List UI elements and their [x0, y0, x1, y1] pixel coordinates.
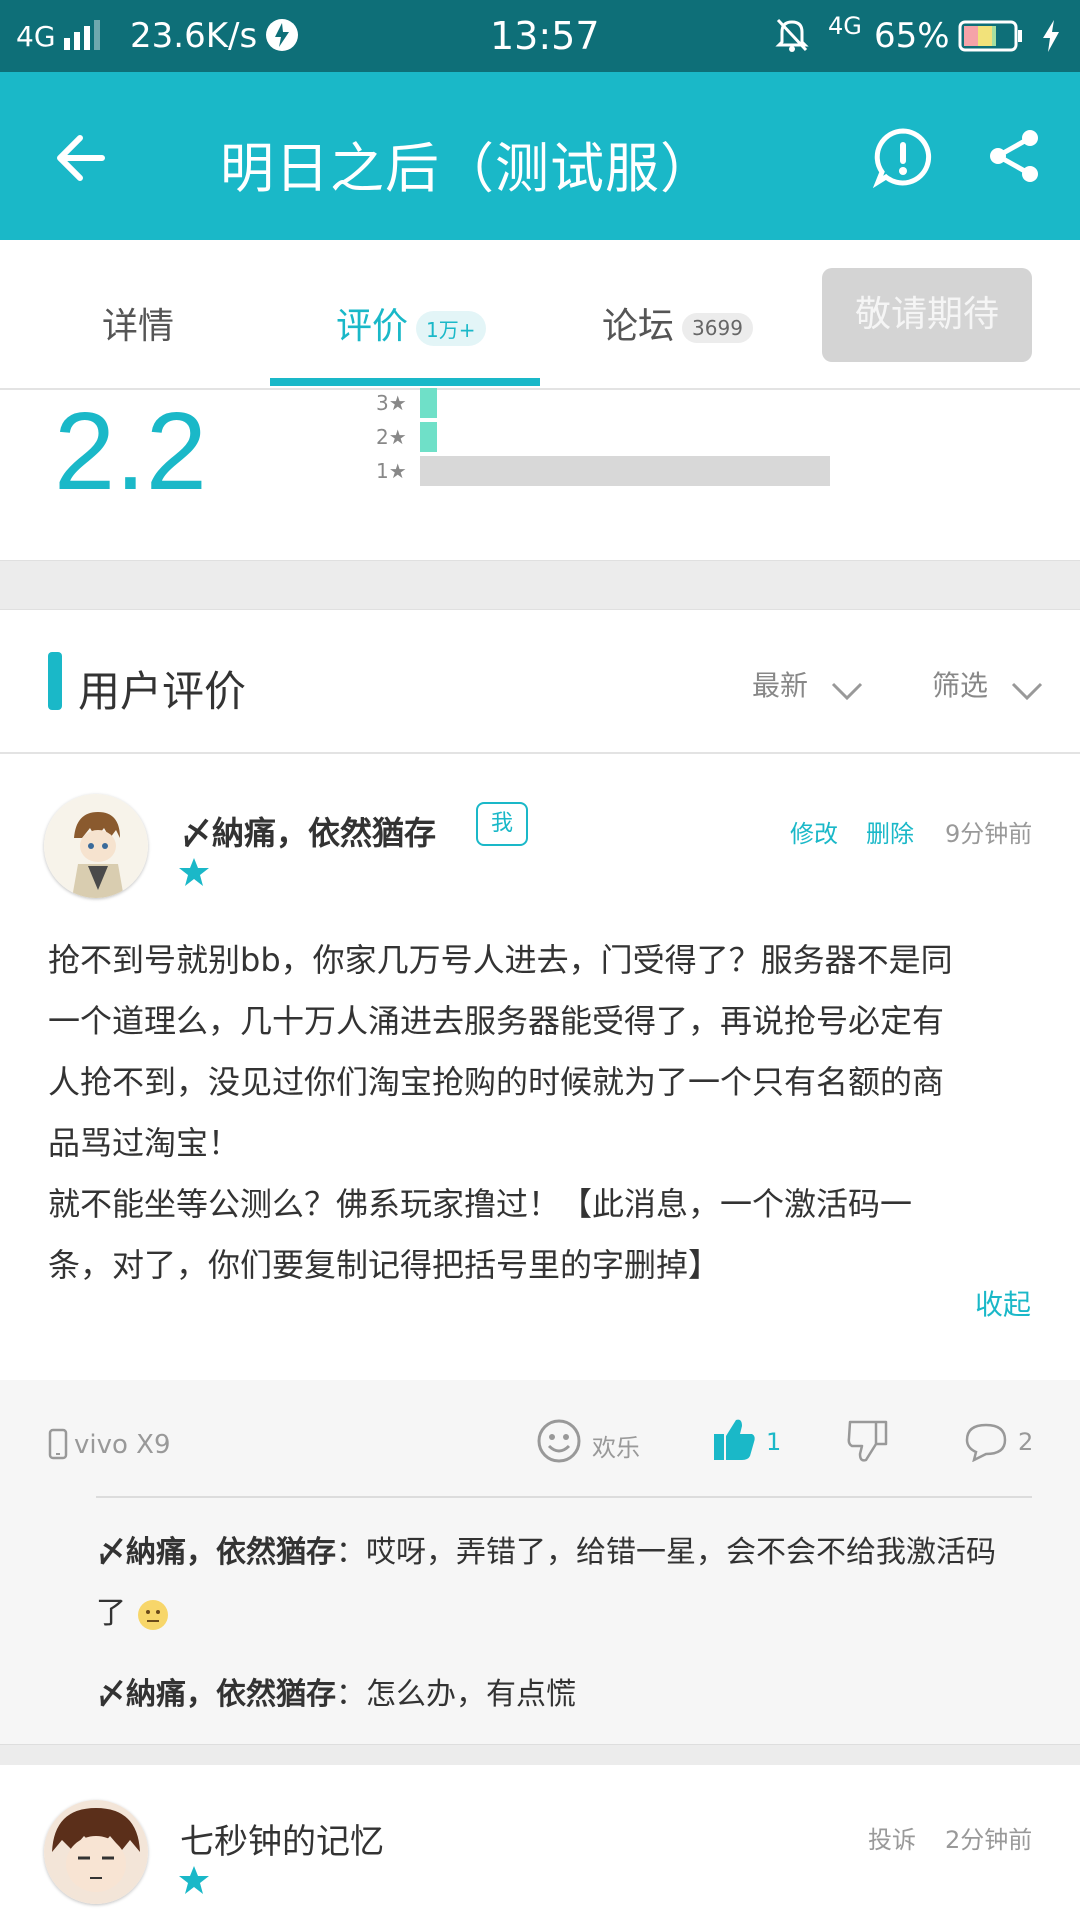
tab-reviews[interactable]: 评价 1万+	[336, 297, 486, 349]
rating-bar	[420, 388, 437, 418]
network-type: 4G	[16, 20, 56, 53]
avatar[interactable]	[44, 1800, 148, 1904]
section-title: 用户评价	[78, 667, 247, 716]
data-icon	[264, 17, 300, 62]
rating-row-1: 1★	[376, 456, 1016, 486]
star-icon	[178, 1864, 210, 1900]
reply-item[interactable]: 〆納痛，依然猶存：哎呀，弄错了，给错一星，会不会不给我激活码 了	[96, 1522, 1036, 1644]
review-text: 抢不到号就别bb，你家几万号人进去，门受得了？服务器不是同 一个道理么，几十万人…	[48, 941, 953, 1284]
rating-row-3: 3★	[376, 388, 1016, 418]
chevron-down-icon	[1012, 682, 1043, 700]
title-bar: 明日之后（测试服）	[0, 72, 1080, 240]
review-count-badge: 1万+	[416, 310, 486, 346]
comment-bubble-icon[interactable]	[964, 1422, 1008, 1466]
emoji-icon	[137, 1599, 168, 1630]
smiley-icon[interactable]	[536, 1418, 582, 1468]
divider-line	[96, 1496, 1032, 1498]
device-name: vivo X9	[74, 1430, 171, 1460]
review-username[interactable]: 七秒钟的记忆	[180, 1814, 384, 1863]
reply-text: ：哎呀，弄错了，给错一星，会不会不给我激活码	[336, 1535, 996, 1570]
page-title: 明日之后（测试服）	[220, 137, 715, 200]
status-bar: 4G 23.6K/s 13:57 4G 65%	[0, 0, 1080, 72]
battery-icon	[958, 20, 1024, 63]
rating-star-label: 2★	[376, 425, 407, 449]
tab-label: 详情	[102, 306, 175, 347]
reply-author: 〆納痛，依然猶存	[96, 1535, 336, 1570]
battery-percent: 65%	[874, 16, 950, 56]
avatar[interactable]	[44, 794, 148, 898]
me-badge: 我	[476, 802, 528, 846]
thumbs-down-icon[interactable]	[846, 1418, 888, 1468]
reply-item[interactable]: 〆納痛，依然猶存：怎么办，有点慌	[96, 1664, 576, 1725]
divider-line	[0, 752, 1080, 754]
emotion-label: 欢乐	[592, 1434, 640, 1462]
report-link[interactable]: 投诉	[868, 1820, 916, 1855]
chevron-down-icon	[832, 682, 863, 700]
coming-soon-button[interactable]: 敬请期待	[822, 268, 1032, 362]
review-time: 2分钟前	[945, 1826, 1033, 1854]
filter-dropdown[interactable]: 筛选	[932, 664, 1043, 704]
forum-count-badge: 3699	[682, 313, 753, 343]
comment-count: 2	[1018, 1428, 1034, 1456]
review-username[interactable]: 〆納痛，依然猶存	[180, 808, 436, 854]
rating-row-2: 2★	[376, 422, 1016, 452]
review-divider	[0, 1744, 1080, 1765]
rating-star-label: 3★	[376, 391, 407, 415]
charging-icon	[1040, 18, 1062, 63]
edit-link[interactable]: 修改	[790, 814, 838, 849]
phone-icon	[48, 1428, 68, 1464]
reply-text-cont: 了	[96, 1596, 126, 1631]
reply-author: 〆納痛，依然猶存	[96, 1677, 336, 1712]
collapse-link[interactable]: 收起	[975, 1283, 1031, 1323]
rating-star-label: 1★	[376, 459, 407, 483]
report-alert-icon[interactable]	[872, 126, 934, 189]
star-icon	[178, 856, 210, 892]
like-count: 1	[766, 1428, 782, 1456]
section-accent	[48, 652, 62, 710]
filter-label: 筛选	[932, 669, 989, 702]
rating-bar	[420, 456, 830, 486]
tab-label: 论坛	[602, 306, 675, 347]
tab-label: 评价	[336, 306, 409, 347]
share-icon[interactable]	[984, 126, 1044, 186]
network-type-right: 4G	[828, 12, 862, 40]
clock: 13:57	[490, 14, 600, 58]
network-speed: 23.6K/s	[130, 16, 258, 56]
review-time: 9分钟前	[945, 820, 1033, 848]
sort-label: 最新	[752, 669, 809, 702]
reply-text: ：怎么办，有点慌	[336, 1677, 576, 1712]
sort-dropdown[interactable]: 最新	[752, 664, 863, 704]
tab-details[interactable]: 详情	[102, 297, 174, 349]
signal-icon	[62, 18, 108, 61]
delete-link[interactable]: 删除	[866, 814, 914, 849]
section-divider	[0, 560, 1080, 610]
rating-score: 2.2	[54, 390, 207, 513]
back-arrow-icon[interactable]	[52, 128, 112, 188]
mute-bell-icon	[772, 14, 812, 63]
active-tab-indicator	[270, 378, 540, 386]
thumbs-up-icon[interactable]	[712, 1416, 756, 1466]
rating-bar	[420, 422, 437, 452]
tab-forum[interactable]: 论坛 3699	[602, 297, 753, 349]
